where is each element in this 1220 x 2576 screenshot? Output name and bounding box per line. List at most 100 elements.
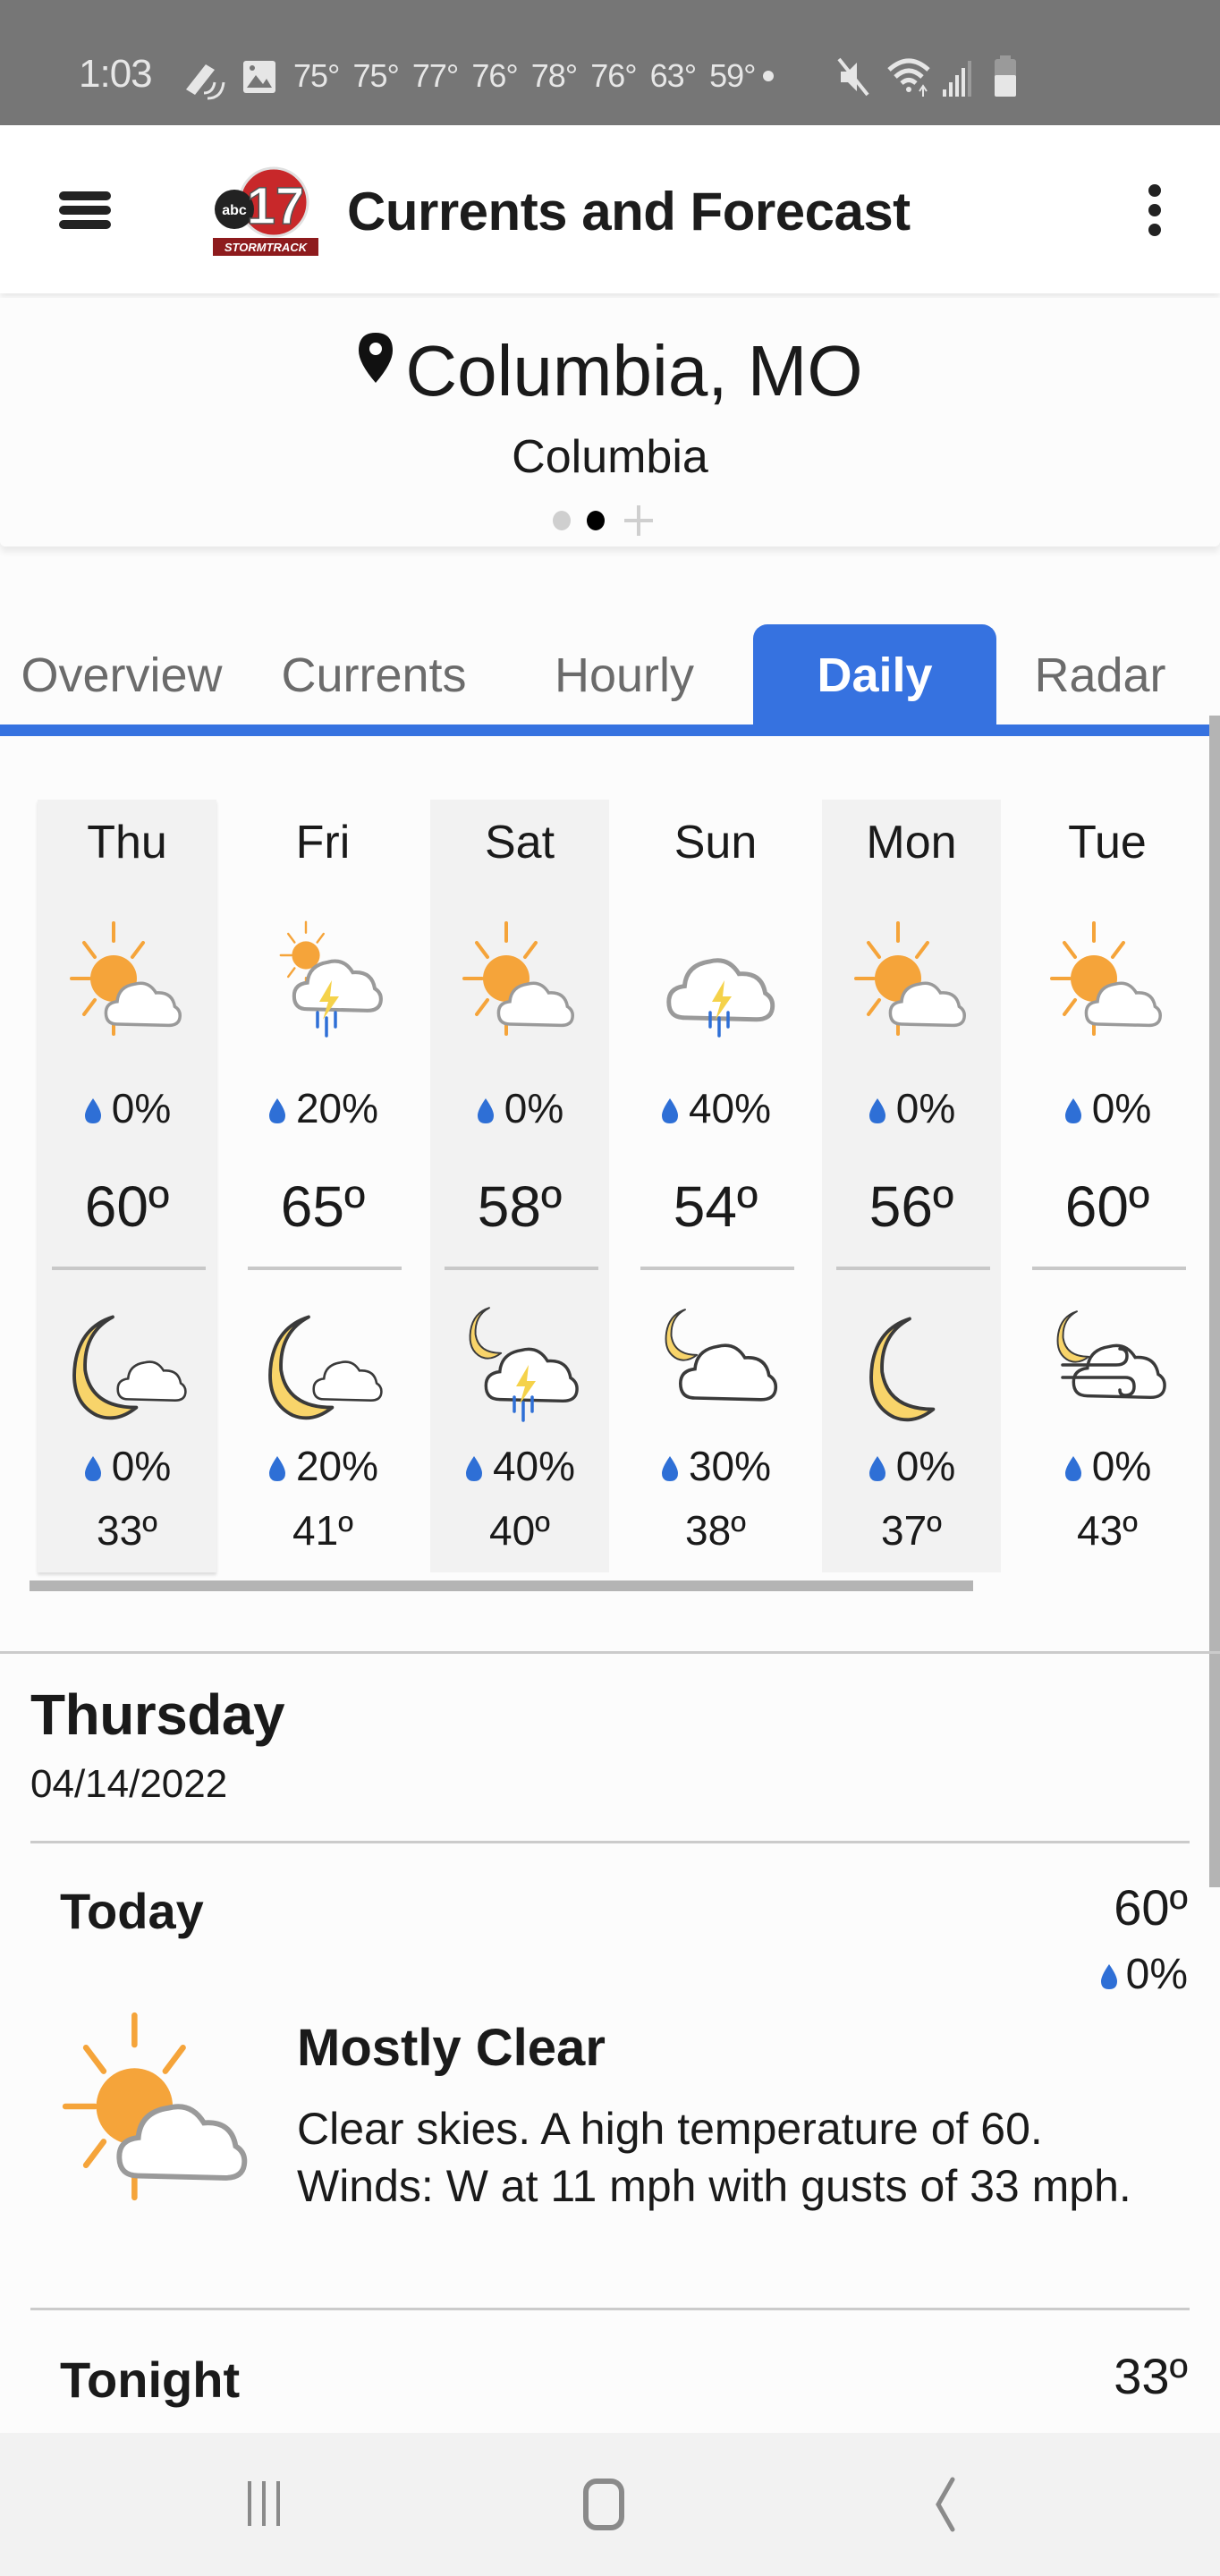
- home-icon[interactable]: [559, 2469, 648, 2540]
- moon-windy-icon: [1056, 1310, 1166, 1400]
- day-night-divider: [248, 1267, 402, 1270]
- raindrop-icon: [477, 1098, 494, 1123]
- logo-brand: STORMTRACK: [225, 241, 309, 254]
- period-today-temp: 60º: [1114, 1879, 1188, 1936]
- page-dot-2-active[interactable]: [587, 511, 605, 530]
- raindrop-icon: [661, 1098, 678, 1123]
- add-location-icon[interactable]: [621, 504, 657, 538]
- detail-day-name: Thursday: [30, 1682, 285, 1747]
- signal-icon: [943, 61, 971, 97]
- day-name: Tue: [1068, 817, 1147, 869]
- day-precip: 0%: [430, 1084, 609, 1132]
- moon-cloud-icon: [72, 1315, 187, 1420]
- period-today-condition: Mostly Clear: [297, 2019, 606, 2077]
- day-column-sun[interactable]: Sun 40% 54º 30% 38º: [626, 800, 805, 1572]
- overflow-menu-button[interactable]: [1136, 179, 1172, 242]
- location-card[interactable]: Columbia, MO Columbia: [0, 298, 1220, 547]
- night-precip: 20%: [233, 1442, 412, 1490]
- night-precip-value: 20%: [295, 1443, 379, 1489]
- day-night-divider: [640, 1267, 794, 1270]
- high-temp: 58º: [477, 1174, 563, 1239]
- detail-date: 04/14/2022: [30, 1762, 228, 1806]
- partly-sunny-icon: [854, 921, 966, 1036]
- day-column-tue[interactable]: Tue 0% 60º 0% 43º: [1018, 800, 1197, 1572]
- raindrop-icon: [268, 1098, 285, 1123]
- night-precip: 40%: [430, 1442, 609, 1490]
- night-precip-value: 0%: [1091, 1443, 1152, 1489]
- daily-forecast-strip[interactable]: Thu 0% 60º 0% 33º Fri 20% 65º 20% 41º Sat 0% 58º 40% 4…: [0, 737, 1220, 1596]
- day-column-mon[interactable]: Mon 0% 56º 0% 37º: [822, 800, 1001, 1572]
- day-precip: 40%: [626, 1084, 805, 1132]
- period-tonight-temp: 33º: [1114, 2348, 1188, 2404]
- high-temp: 60º: [1064, 1174, 1150, 1239]
- low-temp: 33º: [97, 1507, 157, 1554]
- day-precip: 0%: [1018, 1084, 1197, 1132]
- raindrop-icon: [465, 1456, 482, 1481]
- notification-temps: 75° 75° 77° 76° 78° 76° 63° 59°: [293, 57, 757, 94]
- detail-divider: [30, 1841, 1190, 1843]
- day-column-sat[interactable]: Sat 0% 58º 40% 40º: [430, 800, 609, 1572]
- horizontal-scrollbar[interactable]: [30, 1580, 973, 1591]
- location-title: Columbia, MO: [405, 331, 863, 411]
- night-precip-value: 30%: [688, 1443, 772, 1489]
- period-today-description: Clear skies. A high temperature of 60. W…: [297, 2104, 1131, 2211]
- tab-daily[interactable]: Daily: [753, 624, 996, 726]
- raindrop-icon: [868, 1098, 885, 1123]
- location-page-indicator: [551, 502, 667, 538]
- day-column-thu[interactable]: Thu 0% 60º 0% 33º: [38, 800, 216, 1572]
- day-name: Thu: [87, 817, 167, 869]
- svg-text:abc: abc: [222, 203, 247, 218]
- hamburger-icon: [59, 191, 111, 200]
- day-precip-value: 20%: [295, 1085, 379, 1131]
- moon-icon: [869, 1317, 936, 1422]
- tab-hourly[interactable]: Hourly: [519, 624, 730, 726]
- low-temp: 37º: [881, 1507, 942, 1554]
- tab-radar[interactable]: Radar: [1020, 624, 1181, 726]
- low-temp: 41º: [292, 1507, 353, 1554]
- low-temp: 43º: [1077, 1507, 1138, 1554]
- menu-button[interactable]: [54, 179, 116, 242]
- recents-icon[interactable]: [219, 2469, 309, 2540]
- partly-sunny-icon: [54, 2004, 259, 2209]
- low-temp: 40º: [489, 1507, 550, 1554]
- raindrop-icon: [268, 1456, 285, 1481]
- more-notifications-dot: [763, 71, 774, 81]
- tab-currents[interactable]: Currents: [259, 624, 488, 726]
- sync-icon: [186, 64, 225, 100]
- vertical-scrollbar[interactable]: [1209, 716, 1220, 1887]
- raindrop-icon: [1064, 1456, 1081, 1481]
- period-tonight-name: Tonight: [60, 2351, 241, 2408]
- period-today-precip: 0%: [1099, 1950, 1188, 1999]
- tab-overview[interactable]: Overview: [7, 624, 236, 726]
- day-name: Sat: [484, 817, 555, 869]
- day-column-fri[interactable]: Fri 20% 65º 20% 41º: [233, 800, 412, 1572]
- day-precip-value: 0%: [504, 1085, 564, 1131]
- raindrop-icon: [1100, 1964, 1117, 1989]
- day-night-divider: [52, 1267, 206, 1270]
- high-temp: 54º: [673, 1174, 758, 1239]
- more-vert-icon: [1148, 184, 1161, 197]
- partly-sunny-icon: [70, 921, 182, 1036]
- night-precip: 0%: [1018, 1442, 1197, 1490]
- tab-underline: [0, 724, 1220, 736]
- day-precip: 20%: [233, 1084, 412, 1132]
- night-precip: 30%: [626, 1442, 805, 1490]
- location-title-row: Columbia, MO: [0, 330, 1220, 412]
- day-name: Sun: [674, 817, 758, 869]
- moon-thunderstorm-icon: [469, 1307, 579, 1422]
- day-night-divider: [445, 1267, 598, 1270]
- day-precip-value: 0%: [111, 1085, 172, 1131]
- day-precip-value: 40%: [688, 1085, 772, 1131]
- day-precip-value: 0%: [1091, 1085, 1152, 1131]
- page-dot-1[interactable]: [553, 511, 571, 530]
- thunderstorm-icon: [653, 916, 778, 1038]
- image-icon: [243, 61, 275, 93]
- battery-icon: [995, 55, 1016, 97]
- day-night-divider: [1032, 1267, 1186, 1270]
- night-precip: 0%: [822, 1442, 1001, 1490]
- app-bar: abc 17 STORMTRACK Currents and Forecast: [0, 125, 1220, 293]
- back-icon[interactable]: [899, 2469, 988, 2540]
- hamburger-icon-bar: [59, 206, 111, 215]
- night-precip: 0%: [38, 1442, 216, 1490]
- day-precip-value: 0%: [895, 1085, 956, 1131]
